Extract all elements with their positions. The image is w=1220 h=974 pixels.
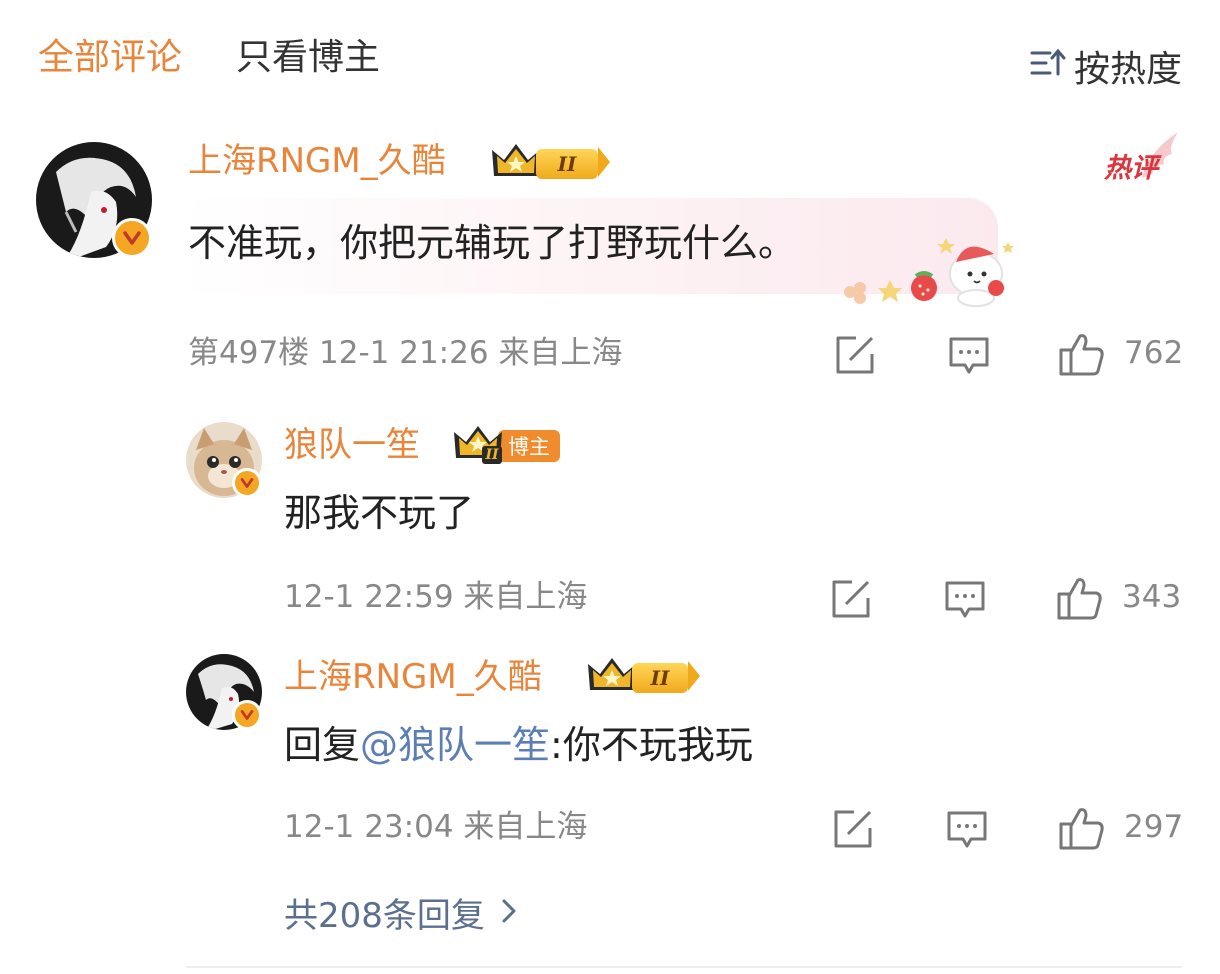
comment-icon[interactable] <box>946 810 988 854</box>
reply-text[interactable]: 回复@狼队一笙:你不玩我玩 <box>284 726 753 764</box>
hot-label: 热评 <box>1104 153 1158 184</box>
sort-label: 按热度 <box>1073 49 1182 90</box>
reply-username[interactable]: 上海RNGM_久酷 <box>284 660 542 694</box>
hot-comment-badge: 热评 <box>1100 130 1180 190</box>
comment-icon[interactable] <box>944 580 986 624</box>
reply-text[interactable]: 那我不玩了 <box>284 494 474 532</box>
comment-location: 来自上海 <box>463 579 588 615</box>
sort-icon <box>1030 46 1066 87</box>
crown-icon <box>490 142 542 186</box>
level-badge[interactable]: II 博主 <box>452 424 560 468</box>
level-number: II <box>632 663 688 693</box>
crown-icon <box>586 656 638 700</box>
thumbs-up-icon[interactable] <box>1056 576 1104 626</box>
chevron-right-icon <box>501 893 517 933</box>
reply-meta: 12-1 22:59 来自上海 <box>284 582 587 613</box>
main-comment-meta: 第497楼 12-1 21:26 来自上海 <box>188 338 622 369</box>
host-tag: 博主 <box>498 430 560 462</box>
sort-by-hot-button[interactable]: 按热度 <box>1030 40 1182 92</box>
mention-link[interactable]: @狼队一笙 <box>360 723 550 767</box>
main-comment-username[interactable]: 上海RNGM_久酷 <box>188 144 446 178</box>
comment-time: 12-1 22:59 <box>284 579 454 615</box>
floor-number: 第497楼 <box>188 335 310 371</box>
level-badge[interactable]: II <box>586 656 700 700</box>
level-badge[interactable]: II <box>490 142 610 186</box>
decorative-stickers <box>838 226 1018 308</box>
like-count: 297 <box>1124 809 1184 845</box>
reply-username[interactable]: 狼队一笙 <box>284 428 420 462</box>
level-number: II <box>482 446 502 464</box>
divider <box>186 966 1182 968</box>
verified-v-icon <box>232 468 262 498</box>
reply-prefix: 回复 <box>284 723 361 767</box>
repost-icon[interactable] <box>834 334 876 380</box>
view-more-replies-button[interactable]: 共208条回复 <box>284 888 517 937</box>
verified-v-icon <box>232 700 262 730</box>
like-count: 762 <box>1124 335 1184 371</box>
comment-time: 12-1 21:26 <box>319 335 489 371</box>
level-number: II <box>536 149 598 179</box>
thumbs-up-icon[interactable] <box>1058 806 1106 856</box>
comment-time: 12-1 23:04 <box>284 809 454 845</box>
crown-icon: II <box>452 424 504 468</box>
main-comment-text[interactable]: 不准玩，你把元辅玩了打野玩什么。 <box>188 224 796 262</box>
reply-avatar-wrap[interactable] <box>186 422 262 498</box>
comment-icon[interactable] <box>948 336 990 380</box>
more-replies-label: 共208条回复 <box>284 896 485 936</box>
reply-avatar-wrap[interactable] <box>186 654 262 730</box>
like-count: 343 <box>1122 579 1182 615</box>
reply-body: :你不玩我玩 <box>550 723 753 767</box>
repost-icon[interactable] <box>830 578 872 624</box>
comment-location: 来自上海 <box>498 335 623 371</box>
main-comment-avatar-wrap[interactable] <box>36 142 152 258</box>
thumbs-up-icon[interactable] <box>1058 332 1106 382</box>
repost-icon[interactable] <box>832 808 874 854</box>
level-arrow-icon <box>688 661 700 695</box>
comment-location: 来自上海 <box>463 809 588 845</box>
level-arrow-icon <box>598 147 610 181</box>
tab-blogger-only[interactable]: 只看博主 <box>236 40 380 76</box>
verified-v-icon <box>112 218 152 258</box>
tab-all-comments[interactable]: 全部评论 <box>38 40 182 76</box>
reply-meta: 12-1 23:04 来自上海 <box>284 812 587 843</box>
